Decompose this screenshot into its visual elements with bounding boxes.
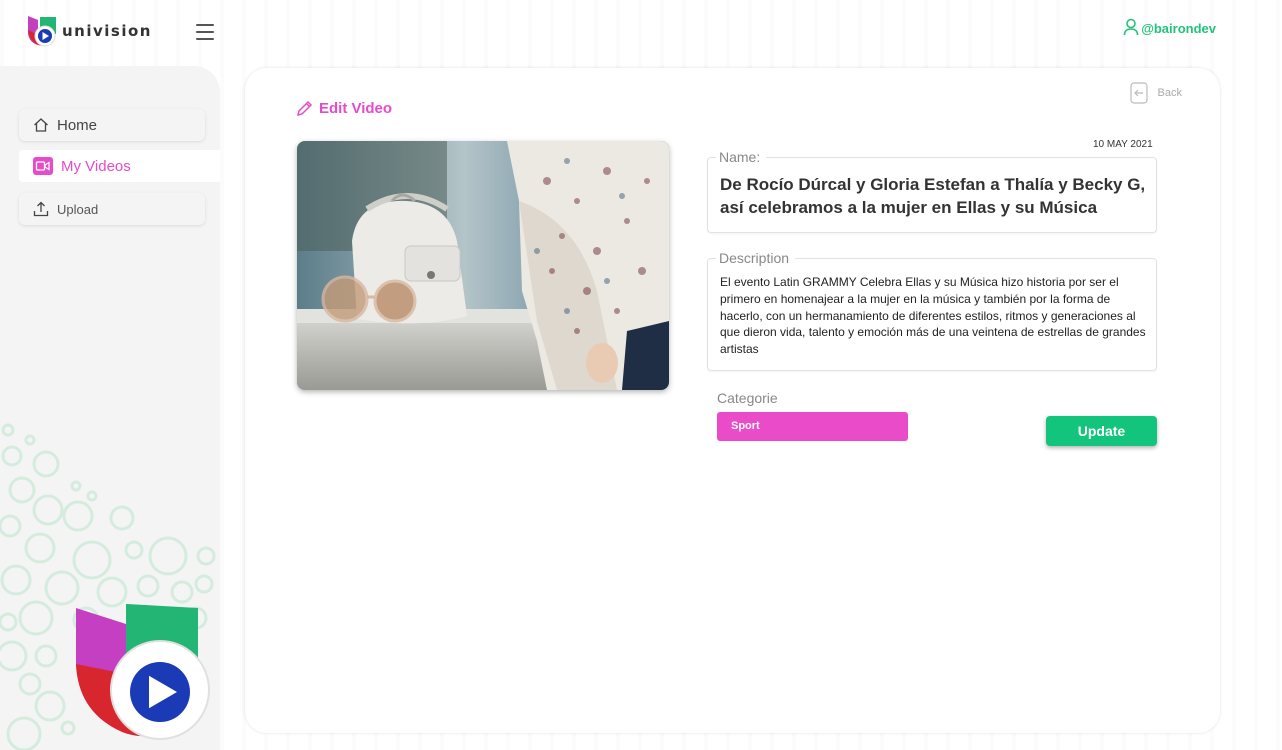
update-button[interactable]: Update xyxy=(1046,416,1157,446)
video-thumbnail[interactable] xyxy=(297,141,669,390)
univision-large-logo xyxy=(76,604,210,740)
name-label: Name: xyxy=(716,149,767,165)
sidebar-item-home[interactable]: Home xyxy=(19,109,205,141)
description-value[interactable]: El evento Latin GRAMMY Celebra Ellas y s… xyxy=(720,274,1150,358)
sidebar: Home My Videos Upload xyxy=(0,66,220,750)
edit-video-card: Edit Video Back 10 MAY 2021 Name: De Roc… xyxy=(245,68,1220,733)
sidebar-item-upload[interactable]: Upload xyxy=(19,193,205,225)
back-arrow-icon xyxy=(1129,82,1148,104)
menu-toggle-button[interactable] xyxy=(196,24,214,40)
description-label: Description xyxy=(716,250,796,266)
page-title: Edit Video xyxy=(296,100,392,117)
category-select[interactable]: Sport xyxy=(717,412,908,441)
name-field[interactable]: Name: De Rocío Dúrcal y Gloria Estefan a… xyxy=(707,149,1157,233)
user-account[interactable]: @bairondev xyxy=(1123,18,1216,36)
video-date: 10 MAY 2021 xyxy=(1093,139,1153,150)
hamburger-line xyxy=(196,24,214,27)
upload-icon xyxy=(33,201,49,217)
brand-name: univision xyxy=(62,22,152,40)
description-field[interactable]: Description El evento Latin GRAMMY Celeb… xyxy=(707,250,1157,371)
hamburger-line xyxy=(196,30,214,34)
video-camera-icon xyxy=(33,157,53,175)
home-icon xyxy=(34,118,48,132)
back-button[interactable]: Back xyxy=(1129,82,1182,104)
back-label: Back xyxy=(1157,87,1182,99)
sidebar-item-my-videos[interactable]: My Videos xyxy=(19,150,220,182)
sidebar-item-label: My Videos xyxy=(61,157,131,175)
name-value[interactable]: De Rocío Dúrcal y Gloria Estefan a Thalí… xyxy=(720,173,1150,219)
category-label: Categorie xyxy=(717,390,778,406)
pencil-icon xyxy=(296,100,313,117)
thumbnail-image xyxy=(297,141,669,390)
page-title-text: Edit Video xyxy=(319,100,393,117)
hamburger-line xyxy=(196,37,214,40)
univision-logo-icon xyxy=(28,16,56,47)
sidebar-item-label: Upload xyxy=(57,201,99,217)
user-icon xyxy=(1123,18,1139,36)
username: @bairondev xyxy=(1141,21,1216,36)
sidebar-item-label: Home xyxy=(57,116,98,134)
univision-logo[interactable]: univision xyxy=(26,14,152,48)
